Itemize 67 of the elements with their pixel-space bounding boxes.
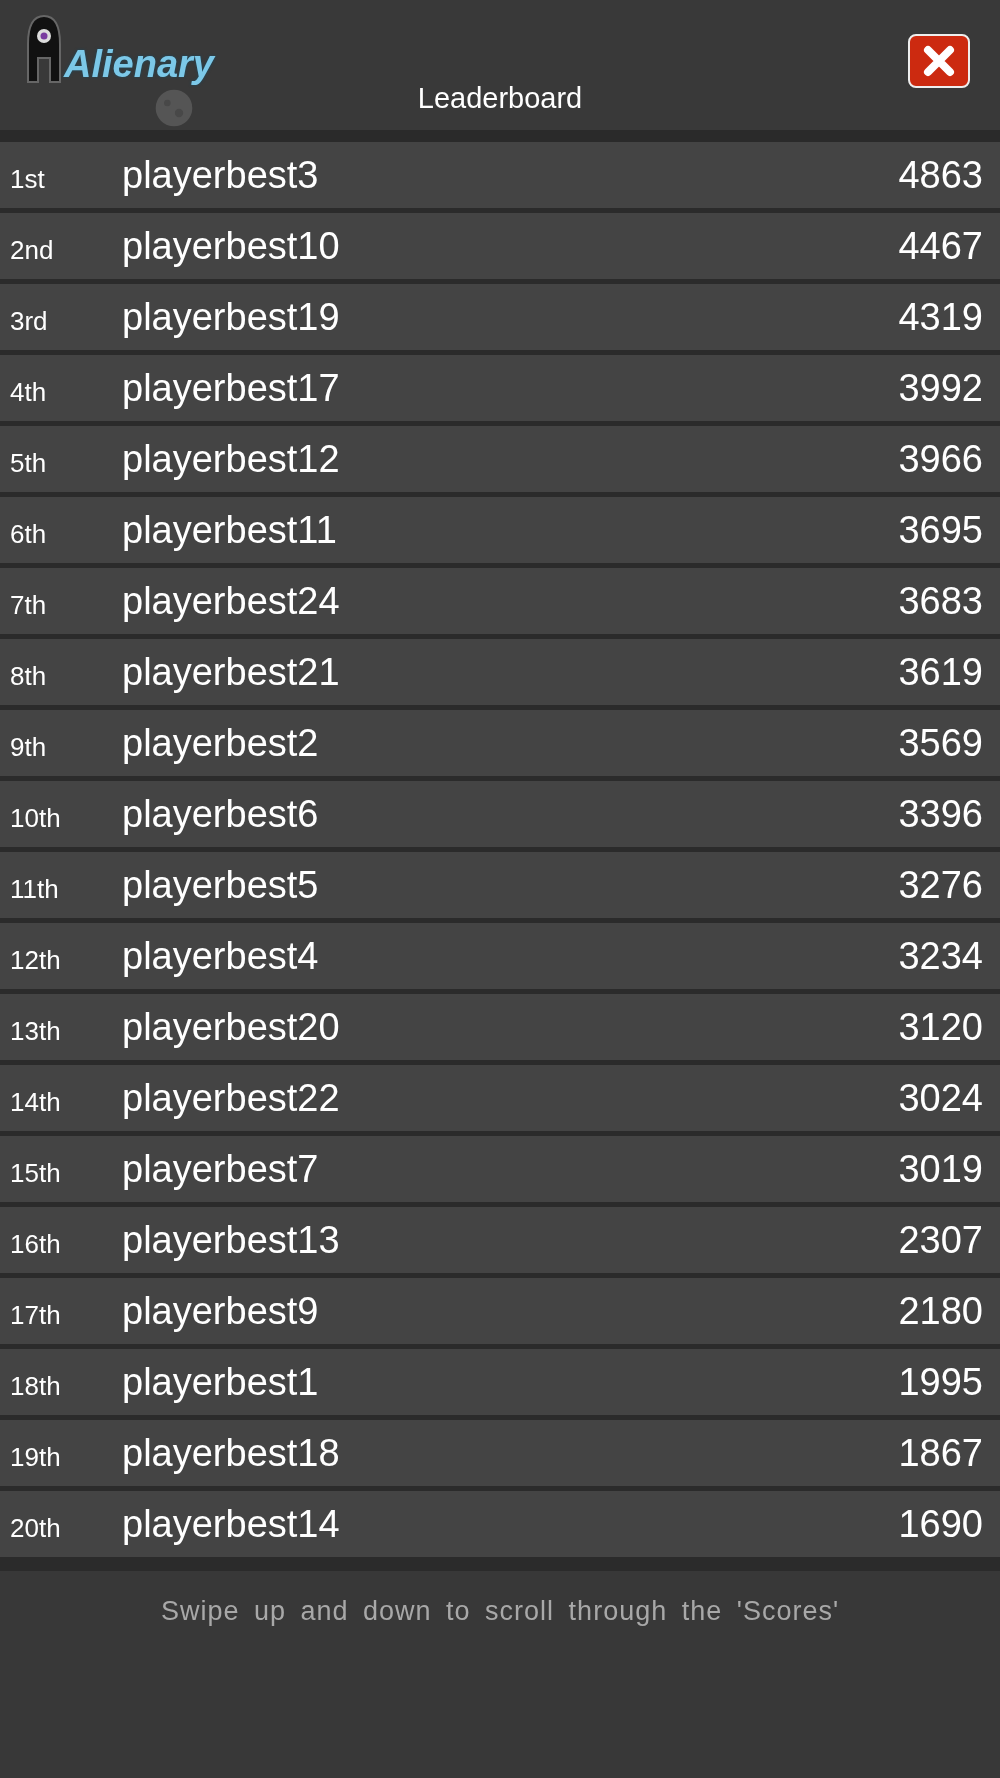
score-text: 3276 bbox=[898, 862, 983, 908]
hint-text: Swipe up and down to scroll through the 'Scores' bbox=[160, 1595, 840, 1628]
logo-text: Alienary bbox=[64, 45, 214, 83]
rank-text: 18th bbox=[10, 1369, 62, 1403]
score-text: 3619 bbox=[898, 649, 983, 695]
rank-text: 19th bbox=[10, 1440, 62, 1474]
score-text: 3024 bbox=[898, 1075, 983, 1121]
rank-text: 7th bbox=[10, 588, 48, 622]
player-name: playerbest24 bbox=[122, 578, 341, 624]
rank-text: 12th bbox=[10, 943, 62, 977]
player-name: playerbest17 bbox=[122, 365, 341, 411]
rank-text: 4th bbox=[10, 375, 48, 409]
rank-text: 2nd bbox=[10, 233, 55, 267]
close-icon bbox=[922, 44, 956, 78]
score-text: 3234 bbox=[898, 933, 983, 979]
score-text: 4319 bbox=[898, 294, 983, 340]
player-name: playerbest6 bbox=[122, 791, 320, 837]
rank-text: 9th bbox=[10, 730, 48, 764]
score-text: 4863 bbox=[898, 152, 983, 198]
rank-text: 3rd bbox=[10, 304, 49, 338]
score-text: 3120 bbox=[898, 1004, 983, 1050]
player-name: playerbest5 bbox=[122, 862, 320, 908]
rank-text: 13th bbox=[10, 1014, 62, 1048]
rank-text: 17th bbox=[10, 1298, 62, 1332]
score-text: 2307 bbox=[898, 1217, 983, 1263]
rank-text: 14th bbox=[10, 1085, 62, 1119]
player-name: playerbest22 bbox=[122, 1075, 341, 1121]
alien-icon bbox=[24, 14, 64, 84]
player-name: playerbest7 bbox=[122, 1146, 320, 1192]
score-text: 1690 bbox=[898, 1501, 983, 1547]
score-text: 3695 bbox=[898, 507, 983, 553]
score-text: 3683 bbox=[898, 578, 983, 624]
player-name: playerbest14 bbox=[122, 1501, 341, 1547]
score-text: 3569 bbox=[898, 720, 983, 766]
close-button[interactable] bbox=[908, 34, 970, 88]
rank-text: 1st bbox=[10, 162, 46, 196]
rank-text: 11th bbox=[10, 872, 60, 906]
score-text: 2180 bbox=[898, 1288, 983, 1334]
player-name: playerbest9 bbox=[122, 1288, 320, 1334]
player-name: playerbest20 bbox=[122, 1004, 341, 1050]
rank-text: 10th bbox=[10, 801, 62, 835]
player-name: playerbest4 bbox=[122, 933, 320, 979]
player-name: playerbest2 bbox=[122, 720, 320, 766]
rank-text: 20th bbox=[10, 1511, 62, 1545]
player-name: playerbest18 bbox=[122, 1430, 341, 1476]
player-name: playerbest3 bbox=[122, 152, 320, 198]
score-text: 1867 bbox=[898, 1430, 983, 1476]
rank-text: 15th bbox=[10, 1156, 62, 1190]
player-name: playerbest12 bbox=[122, 436, 341, 482]
player-name: playerbest21 bbox=[122, 649, 341, 695]
rank-text: 8th bbox=[10, 659, 48, 693]
score-text: 4467 bbox=[898, 223, 983, 269]
moon-icon bbox=[154, 88, 194, 128]
rank-text: 6th bbox=[10, 517, 48, 551]
player-name: playerbest11 bbox=[122, 507, 338, 553]
player-name: playerbest19 bbox=[122, 294, 341, 340]
score-text: 3966 bbox=[898, 436, 983, 482]
rank-text: 5th bbox=[10, 446, 48, 480]
score-text: 3992 bbox=[898, 365, 983, 411]
score-text: 1995 bbox=[898, 1359, 983, 1405]
page-title: Leaderboard bbox=[417, 80, 583, 116]
player-name: playerbest10 bbox=[122, 223, 341, 269]
score-text: 3019 bbox=[898, 1146, 983, 1192]
score-text: 3396 bbox=[898, 791, 983, 837]
rank-text: 16th bbox=[10, 1227, 62, 1261]
player-name: playerbest1 bbox=[122, 1359, 320, 1405]
player-name: playerbest13 bbox=[122, 1217, 341, 1263]
